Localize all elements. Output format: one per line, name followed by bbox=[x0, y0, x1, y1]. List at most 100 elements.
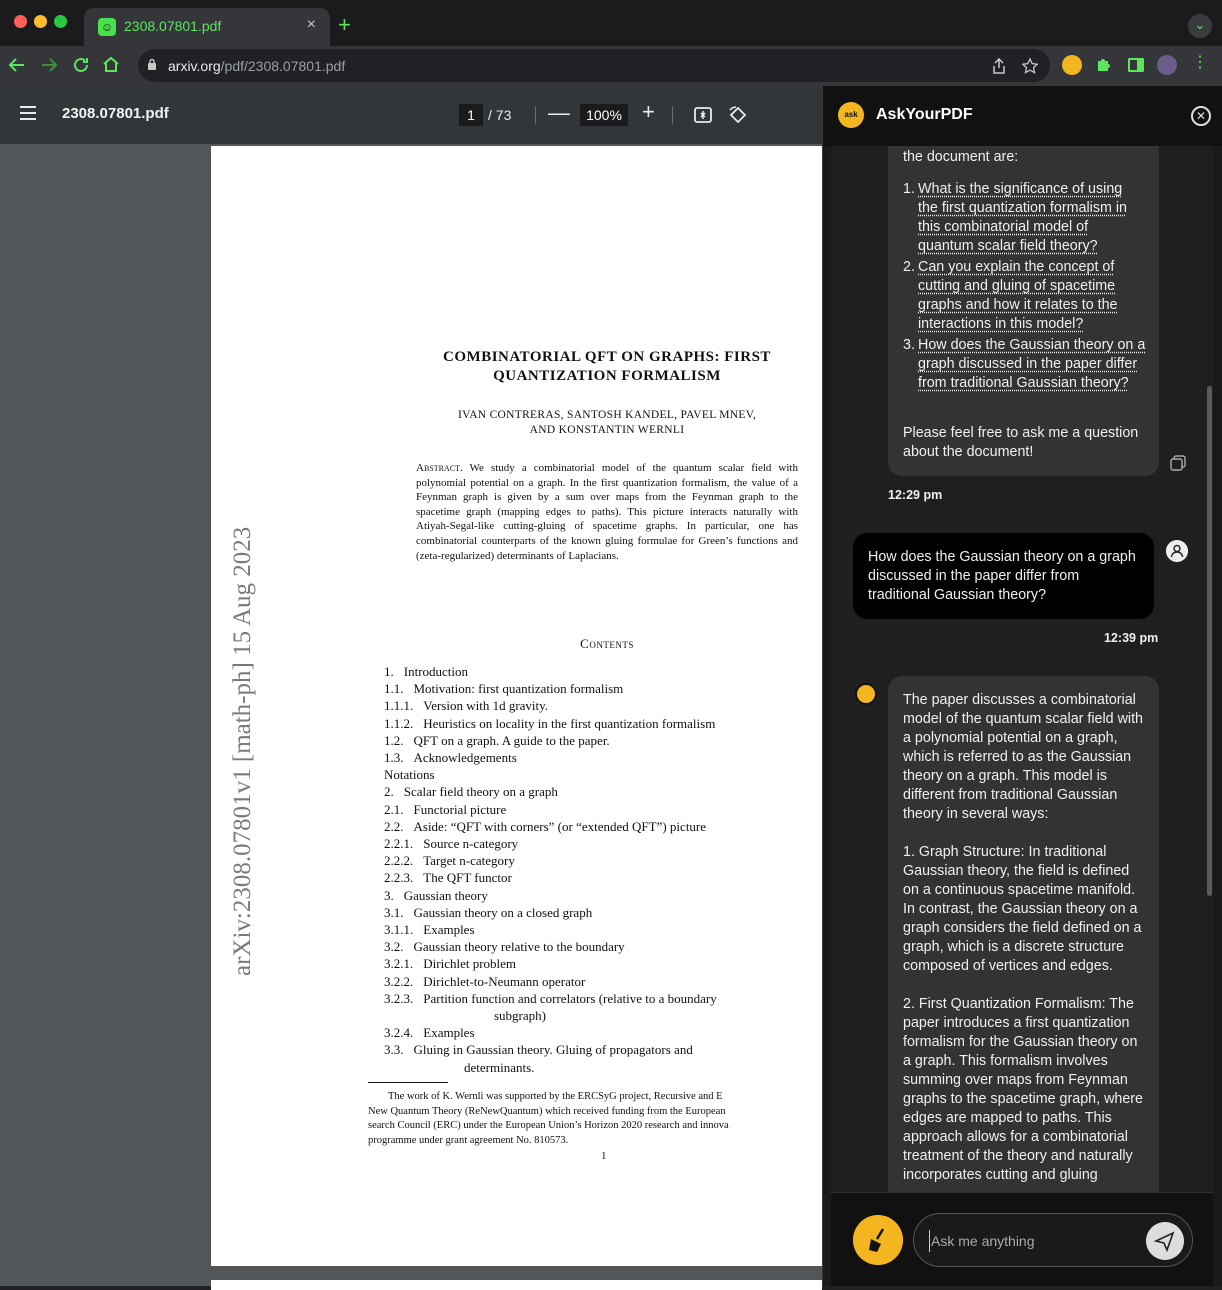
clear-chat-broom-icon[interactable] bbox=[853, 1215, 903, 1265]
send-icon[interactable] bbox=[1146, 1222, 1184, 1260]
toc-entry[interactable]: Notations bbox=[384, 766, 814, 783]
zoom-out-button[interactable]: — bbox=[548, 100, 570, 126]
toc-number: 3.2.2. bbox=[384, 973, 414, 989]
back-arrow-icon[interactable] bbox=[8, 56, 26, 74]
suggested-questions: 1. What is the significance of using the … bbox=[903, 180, 1146, 395]
chat-input[interactable] bbox=[929, 1230, 1139, 1252]
profile-avatar[interactable] bbox=[1157, 55, 1177, 75]
toc-entry[interactable]: 3. Gaussian theory bbox=[384, 887, 814, 904]
askyourpdf-panel: ask AskYourPDF ✕ the document are: 1. Wha… bbox=[822, 86, 1222, 1286]
home-icon[interactable] bbox=[102, 55, 120, 73]
toc-entry[interactable]: 2. Scalar field theory on a graph bbox=[384, 783, 814, 800]
question-link[interactable]: How does the Gaussian theory on a graph … bbox=[918, 337, 1145, 391]
toc-entry[interactable]: determinants. bbox=[384, 1059, 814, 1076]
toc-entry[interactable]: 2.2. Aside: “QFT with corners” (or “exten… bbox=[384, 818, 814, 835]
toc-number: 1.1. bbox=[384, 681, 404, 697]
toc-text: Gaussian theory relative to the boundary bbox=[413, 939, 625, 955]
chat-scrollbar[interactable] bbox=[1207, 386, 1212, 896]
toc-text: Partition function and correlators (rela… bbox=[423, 990, 717, 1006]
toc-text: Dirichlet-to-Neumann operator bbox=[423, 973, 586, 989]
rotate-icon[interactable] bbox=[728, 105, 748, 125]
suggested-question[interactable]: 3. How does the Gaussian theory on a grap… bbox=[903, 336, 1146, 393]
tab-active[interactable]: ☺ 2308.07801.pdf × bbox=[84, 8, 330, 46]
toc-number: 1.2. bbox=[384, 732, 404, 748]
share-icon[interactable] bbox=[992, 58, 1006, 74]
toc-entry[interactable]: 2.2.3. The QFT functor bbox=[384, 869, 814, 886]
pdf-viewer[interactable]: arXiv:2308.07801v1 [math-ph] 15 Aug 2023… bbox=[0, 144, 822, 1290]
toc-text: Scalar field theory on a graph bbox=[403, 784, 558, 800]
toc-entry[interactable]: 1. Introduction bbox=[384, 663, 814, 680]
side-panel-icon[interactable] bbox=[1126, 55, 1146, 75]
toc-text: Introduction bbox=[403, 664, 469, 679]
suggested-question[interactable]: 1. What is the significance of using the … bbox=[903, 180, 1146, 256]
paper-abstract: Abstract. We study a combinatorial model… bbox=[416, 461, 798, 563]
toc-number: 3.2.3. bbox=[384, 990, 414, 1006]
toc-text: Target n-category bbox=[423, 853, 515, 869]
address-bar[interactable]: arxiv.org/pdf/2308.07801.pdf bbox=[138, 49, 1050, 82]
forward-arrow-icon[interactable] bbox=[40, 56, 58, 74]
toc-text: Source n-category bbox=[423, 836, 519, 852]
fit-to-page-icon[interactable] bbox=[693, 105, 713, 125]
title-line: QUANTIZATION FORMALISM bbox=[493, 368, 721, 384]
toolbar-divider bbox=[535, 106, 536, 124]
paper-authors: IVAN CONTRERAS, SANTOSH KANDEL, PAVEL MN… bbox=[401, 408, 813, 438]
toc-entry[interactable]: 3.2.4. Examples bbox=[384, 1024, 814, 1041]
abstract-label: Abstract. bbox=[416, 462, 463, 474]
window-close-button[interactable] bbox=[14, 15, 27, 28]
copy-icon[interactable] bbox=[1169, 454, 1187, 472]
suggested-question[interactable]: 2. Can you explain the concept of cutting… bbox=[903, 258, 1146, 334]
toc-entry[interactable]: 1.1.2. Heuristics on locality in the firs… bbox=[384, 715, 814, 732]
toc-entry[interactable]: 1.3. Acknowledgements bbox=[384, 749, 814, 766]
panel-title: AskYourPDF bbox=[876, 106, 973, 123]
toc-entry[interactable]: 2.2.2. Target n-category bbox=[384, 852, 814, 869]
toc-entry[interactable]: 3.1.1. Examples bbox=[384, 921, 814, 938]
toc-entry[interactable]: subgraph) bbox=[384, 1007, 814, 1024]
askyourpdf-extension-icon[interactable] bbox=[1062, 55, 1082, 75]
close-panel-icon[interactable]: ✕ bbox=[1191, 106, 1211, 126]
page-number-input[interactable]: 1 bbox=[459, 104, 483, 126]
toc-text: Examples bbox=[423, 1025, 475, 1041]
new-tab-button[interactable]: + bbox=[338, 12, 351, 38]
window-maximize-button[interactable] bbox=[54, 15, 67, 28]
toc-number: 3.2.4. bbox=[384, 1025, 414, 1041]
toc-entry[interactable]: 1.1. Motivation: first quantization forma… bbox=[384, 680, 814, 697]
zoom-in-button[interactable]: + bbox=[642, 99, 655, 125]
footnote-line: search Council (ERC) under the European … bbox=[368, 1120, 729, 1131]
tab-title: 2308.07801.pdf bbox=[124, 18, 222, 34]
window-minimize-button[interactable] bbox=[34, 15, 47, 28]
toc-entry[interactable]: 3.2. Gaussian theory relative to the boun… bbox=[384, 938, 814, 955]
pdf-toolbar: 2308.07801.pdf 1 / 73 — 100% + bbox=[0, 86, 822, 144]
pdf-menu-icon[interactable] bbox=[20, 106, 36, 124]
user-avatar-icon bbox=[1166, 540, 1188, 562]
tab-search-chevron-icon[interactable]: ⌄ bbox=[1188, 14, 1212, 38]
extensions-puzzle-icon[interactable] bbox=[1094, 55, 1114, 75]
footnote-line: programme under grant agreement No. 8105… bbox=[368, 1134, 569, 1146]
toc-entry[interactable]: 1.2. QFT on a graph. A guide to the paper… bbox=[384, 732, 814, 749]
toc-number: 3. bbox=[384, 887, 394, 903]
askyourpdf-logo-icon: ask bbox=[838, 102, 864, 128]
toc-number: 2.2. bbox=[384, 818, 404, 834]
bot-message-paragraph: 2. First Quantization Formalism: The pap… bbox=[903, 996, 1144, 1183]
tab-strip: ☺ 2308.07801.pdf × + ⌄ bbox=[0, 0, 1222, 46]
toc-entry[interactable]: 2.2.1. Source n-category bbox=[384, 835, 814, 852]
question-link[interactable]: Can you explain the concept of cutting a… bbox=[918, 259, 1118, 332]
tab-close-icon[interactable]: × bbox=[307, 16, 316, 34]
toc-entry[interactable]: 1.1.1. Version with 1d gravity. bbox=[384, 697, 814, 714]
toc-entry[interactable]: 3.2.3. Partition function and correlators… bbox=[384, 990, 814, 1007]
toc-entry[interactable]: 3.1. Gaussian theory on a closed graph bbox=[384, 904, 814, 921]
question-link[interactable]: What is the significance of using the fi… bbox=[918, 181, 1127, 254]
toc-entry[interactable]: 2.1. Functorial picture bbox=[384, 801, 814, 818]
footnote: The work of K. Wernli was supported by t… bbox=[368, 1090, 822, 1148]
lock-icon[interactable] bbox=[147, 58, 157, 71]
toc-entry[interactable]: 3.3. Gluing in Gaussian theory. Gluing of… bbox=[384, 1041, 814, 1058]
reload-icon[interactable] bbox=[72, 56, 90, 74]
bot-message-outro: Please feel free to ask me a question ab… bbox=[903, 425, 1139, 460]
toc-entry[interactable]: 3.2.1. Dirichlet problem bbox=[384, 955, 814, 972]
browser-menu-icon[interactable]: ⋮ bbox=[1192, 55, 1208, 75]
toc-number: 3.2.1. bbox=[384, 956, 414, 972]
toc-entry[interactable]: 3.2.2. Dirichlet-to-Neumann operator bbox=[384, 973, 814, 990]
bot-avatar-icon bbox=[855, 683, 877, 705]
chat-history[interactable]: the document are: 1. What is the signific… bbox=[831, 146, 1213, 1192]
bookmark-star-icon[interactable] bbox=[1022, 58, 1038, 74]
zoom-level-input[interactable]: 100% bbox=[580, 104, 628, 126]
